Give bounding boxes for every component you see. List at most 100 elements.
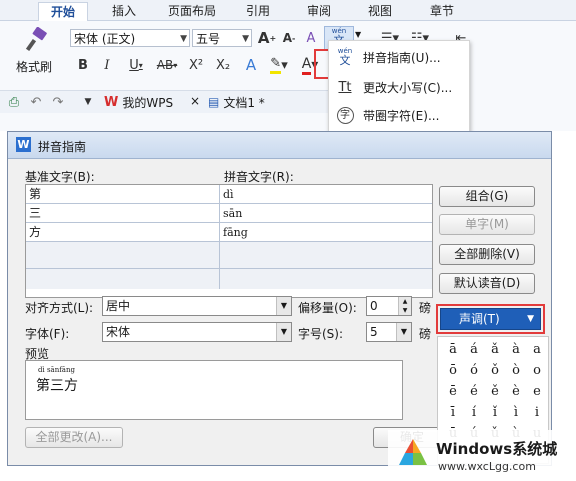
dialog-title-bar: W 拼音指南 bbox=[8, 132, 551, 159]
base-text-cell[interactable] bbox=[26, 269, 219, 289]
bold-button[interactable]: B bbox=[74, 56, 92, 74]
menu-item-enclosed-chars[interactable]: 字 带圈字符(E)... bbox=[329, 101, 469, 129]
size-label: 字号(S): bbox=[298, 327, 344, 341]
tone-option[interactable]: í bbox=[463, 402, 485, 423]
delete-all-button[interactable]: 全部删除(V) bbox=[439, 244, 535, 265]
chevron-down-icon[interactable]: ▼ bbox=[355, 30, 361, 39]
tone-option[interactable]: ē bbox=[442, 381, 464, 402]
watermark-url: www.wxcLgg.com bbox=[438, 460, 536, 473]
change-all-button[interactable]: 全部更改(A)... bbox=[25, 427, 123, 448]
tab-references[interactable]: 引用 bbox=[234, 2, 282, 20]
offset-stepper[interactable]: 0 ▲ ▼ bbox=[366, 296, 412, 316]
tone-option[interactable]: i bbox=[526, 402, 548, 423]
tone-button[interactable]: 声调(T) ▼ bbox=[440, 308, 541, 330]
base-text-cell[interactable] bbox=[26, 242, 219, 269]
tone-option[interactable]: ó bbox=[463, 360, 485, 381]
format-painter-icon[interactable] bbox=[22, 26, 52, 54]
italic-button[interactable]: I bbox=[98, 56, 116, 74]
shrink-font-button[interactable]: A- bbox=[280, 29, 298, 47]
tone-option[interactable]: á bbox=[463, 339, 485, 360]
tone-option[interactable]: ě bbox=[484, 381, 506, 402]
preview-box: dì sānfāng 第三方 bbox=[25, 360, 403, 420]
menu-item-pinyin-guide[interactable]: wén 文 拼音指南(U)... bbox=[329, 43, 469, 71]
ruby-text-header: 拼音文字(R): bbox=[224, 170, 294, 184]
tab-review[interactable]: 审阅 bbox=[295, 2, 343, 20]
base-text-cell[interactable]: 三 bbox=[26, 204, 219, 223]
ruby-text-cell[interactable] bbox=[220, 242, 432, 269]
chevron-down-icon[interactable]: ▼ bbox=[82, 96, 94, 108]
tone-option[interactable]: à bbox=[505, 339, 527, 360]
strikethrough-button[interactable]: AB ▾ bbox=[152, 56, 182, 74]
highlight-icon[interactable]: ✎ ▾ bbox=[266, 55, 292, 75]
windows-logo-icon bbox=[399, 439, 427, 465]
base-text-header: 基准文字(B): bbox=[25, 170, 95, 184]
tone-option[interactable]: ò bbox=[505, 360, 527, 381]
tone-option[interactable]: é bbox=[463, 381, 485, 402]
tone-option[interactable]: ǐ bbox=[484, 402, 506, 423]
tone-option[interactable]: è bbox=[505, 381, 527, 402]
tab-view[interactable]: 视图 bbox=[356, 2, 404, 20]
grow-font-button[interactable]: A + bbox=[258, 29, 276, 47]
size-select[interactable]: 5 ▼ bbox=[366, 322, 412, 342]
clear-format-button[interactable]: A bbox=[302, 29, 320, 47]
font-select[interactable]: 宋体 ▼ bbox=[102, 322, 292, 342]
ruby-text-cell[interactable] bbox=[220, 269, 432, 289]
tab-insert[interactable]: 插入 bbox=[100, 2, 148, 20]
document-icon: ▤ bbox=[208, 95, 220, 109]
tab-page-layout[interactable]: 页面布局 bbox=[160, 2, 224, 20]
menu-item-change-case[interactable]: Tt 更改大小写(C)... bbox=[329, 73, 469, 101]
ruby-text-cell[interactable]: sān bbox=[220, 204, 432, 223]
font-size-select[interactable]: 五号 ▼ bbox=[192, 29, 252, 47]
superscript-button[interactable]: X² bbox=[186, 56, 206, 74]
enclosed-char-icon: 字 bbox=[333, 106, 357, 124]
preview-text: 第三方 bbox=[36, 378, 78, 394]
tone-option[interactable]: ǒ bbox=[484, 360, 506, 381]
chevron-down-icon: ▼ bbox=[396, 323, 411, 341]
tone-option[interactable]: ī bbox=[442, 402, 464, 423]
tone-option[interactable]: ǎ bbox=[484, 339, 506, 360]
default-reading-button[interactable]: 默认读音(D) bbox=[439, 273, 535, 294]
ribbon-tab-bar: 开始 插入 页面布局 引用 审阅 视图 章节 bbox=[0, 0, 576, 21]
tone-option[interactable]: a bbox=[526, 339, 548, 360]
undo-icon[interactable]: ↶ bbox=[28, 94, 44, 110]
chevron-down-icon: ▼ bbox=[527, 314, 534, 324]
stepper-down-icon[interactable]: ▼ bbox=[398, 306, 411, 315]
watermark: Windows系统城 www.wxcLgg.com bbox=[388, 430, 576, 481]
tone-option[interactable]: e bbox=[526, 381, 548, 402]
stepper-up-icon[interactable]: ▲ bbox=[398, 297, 411, 306]
alignment-label: 对齐方式(L): bbox=[25, 301, 94, 315]
preview-ruby: dì sānfāng bbox=[38, 366, 75, 374]
ruby-text-cell[interactable]: fāng bbox=[220, 223, 432, 242]
pinyin-icon: wén 文 bbox=[337, 47, 353, 67]
tab-my-wps[interactable]: W 我的WPS bbox=[104, 94, 173, 110]
tone-option[interactable]: ì bbox=[505, 402, 527, 423]
tab-home[interactable]: 开始 bbox=[38, 2, 88, 21]
base-text-column: 第 三 方 bbox=[26, 185, 220, 289]
alignment-select[interactable]: 居中 ▼ bbox=[102, 296, 292, 316]
base-text-cell[interactable]: 方 bbox=[26, 223, 219, 242]
tone-option[interactable]: ā bbox=[442, 339, 464, 360]
redo-icon[interactable]: ↷ bbox=[50, 94, 66, 110]
document-tab-strip: ⎙ ↶ ↷ ▼ W 我的WPS × ▤ 文档1 * bbox=[0, 90, 330, 113]
text-effect-icon[interactable]: A bbox=[240, 55, 262, 75]
size-unit: 磅 bbox=[419, 327, 432, 341]
tab-chapter[interactable]: 章节 bbox=[418, 2, 466, 20]
tone-option[interactable]: o bbox=[526, 360, 548, 381]
font-label: 字体(F): bbox=[25, 327, 70, 341]
close-icon[interactable]: × bbox=[190, 94, 200, 108]
group-button[interactable]: 组合(G) bbox=[439, 186, 535, 207]
print-preview-icon[interactable]: ⎙ bbox=[6, 94, 22, 110]
subscript-button[interactable]: X₂ bbox=[212, 56, 234, 74]
ruby-text-cell[interactable]: dì bbox=[220, 185, 432, 204]
single-char-button[interactable]: 单字(M) bbox=[439, 214, 535, 235]
chevron-down-icon: ▼ bbox=[180, 34, 187, 44]
chevron-down-icon: ▼ bbox=[242, 34, 249, 44]
format-painter-label[interactable]: 格式刷 bbox=[16, 58, 52, 75]
base-text-cell[interactable]: 第 bbox=[26, 185, 219, 204]
ribbon: 开始 插入 页面布局 引用 审阅 视图 章节 格式刷 宋体 (正文) ▼ 五号 ▼ … bbox=[0, 0, 576, 131]
font-name-select[interactable]: 宋体 (正文) ▼ bbox=[70, 29, 190, 47]
dialog-title: 拼音指南 bbox=[38, 140, 87, 154]
underline-button[interactable]: U ▾ bbox=[122, 56, 150, 74]
tab-document-1[interactable]: ▤ 文档1 * bbox=[208, 94, 265, 110]
tone-option[interactable]: ō bbox=[442, 360, 464, 381]
